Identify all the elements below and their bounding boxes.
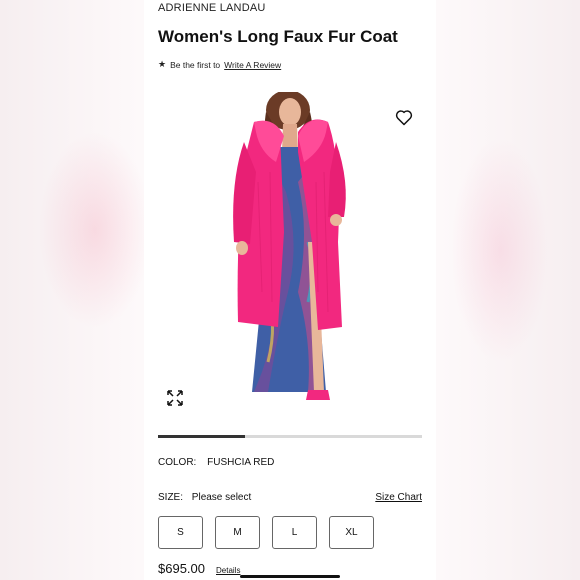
color-value: FUSHCIA RED	[207, 457, 275, 468]
write-review-link[interactable]: Write A Review	[224, 60, 281, 70]
expand-icon[interactable]	[166, 389, 184, 407]
size-chart-link[interactable]: Size Chart	[375, 492, 422, 503]
heart-icon[interactable]	[394, 107, 414, 127]
size-option-s[interactable]: S	[158, 516, 203, 549]
size-row: SIZE: Please select Size Chart	[158, 492, 422, 503]
size-option-xl[interactable]: XL	[329, 516, 374, 549]
size-option-m[interactable]: M	[215, 516, 260, 549]
size-option-l[interactable]: L	[272, 516, 317, 549]
size-options: S M L XL	[158, 516, 374, 549]
details-link[interactable]: Details	[216, 566, 240, 575]
star-icon: ★	[158, 59, 167, 69]
product-title: Women's Long Faux Fur Coat	[158, 27, 398, 46]
review-row: ★ Be the first to Write A Review	[158, 59, 281, 70]
size-label: SIZE:	[158, 492, 184, 503]
price: $695.00	[158, 561, 205, 576]
color-label: COLOR:	[158, 457, 197, 468]
product-image[interactable]	[158, 90, 422, 412]
home-indicator[interactable]	[240, 575, 340, 578]
image-progress-track	[158, 435, 422, 438]
product-page: ADRIENNE LANDAU Women's Long Faux Fur Co…	[144, 0, 436, 580]
model-in-coat-image	[233, 90, 346, 400]
brand-name[interactable]: ADRIENNE LANDAU	[158, 2, 266, 14]
image-progress-fill	[158, 435, 246, 438]
review-prompt: Be the first to	[170, 59, 221, 70]
size-selection: Please select	[191, 492, 252, 503]
color-row: COLOR: FUSHCIA RED	[158, 457, 274, 468]
